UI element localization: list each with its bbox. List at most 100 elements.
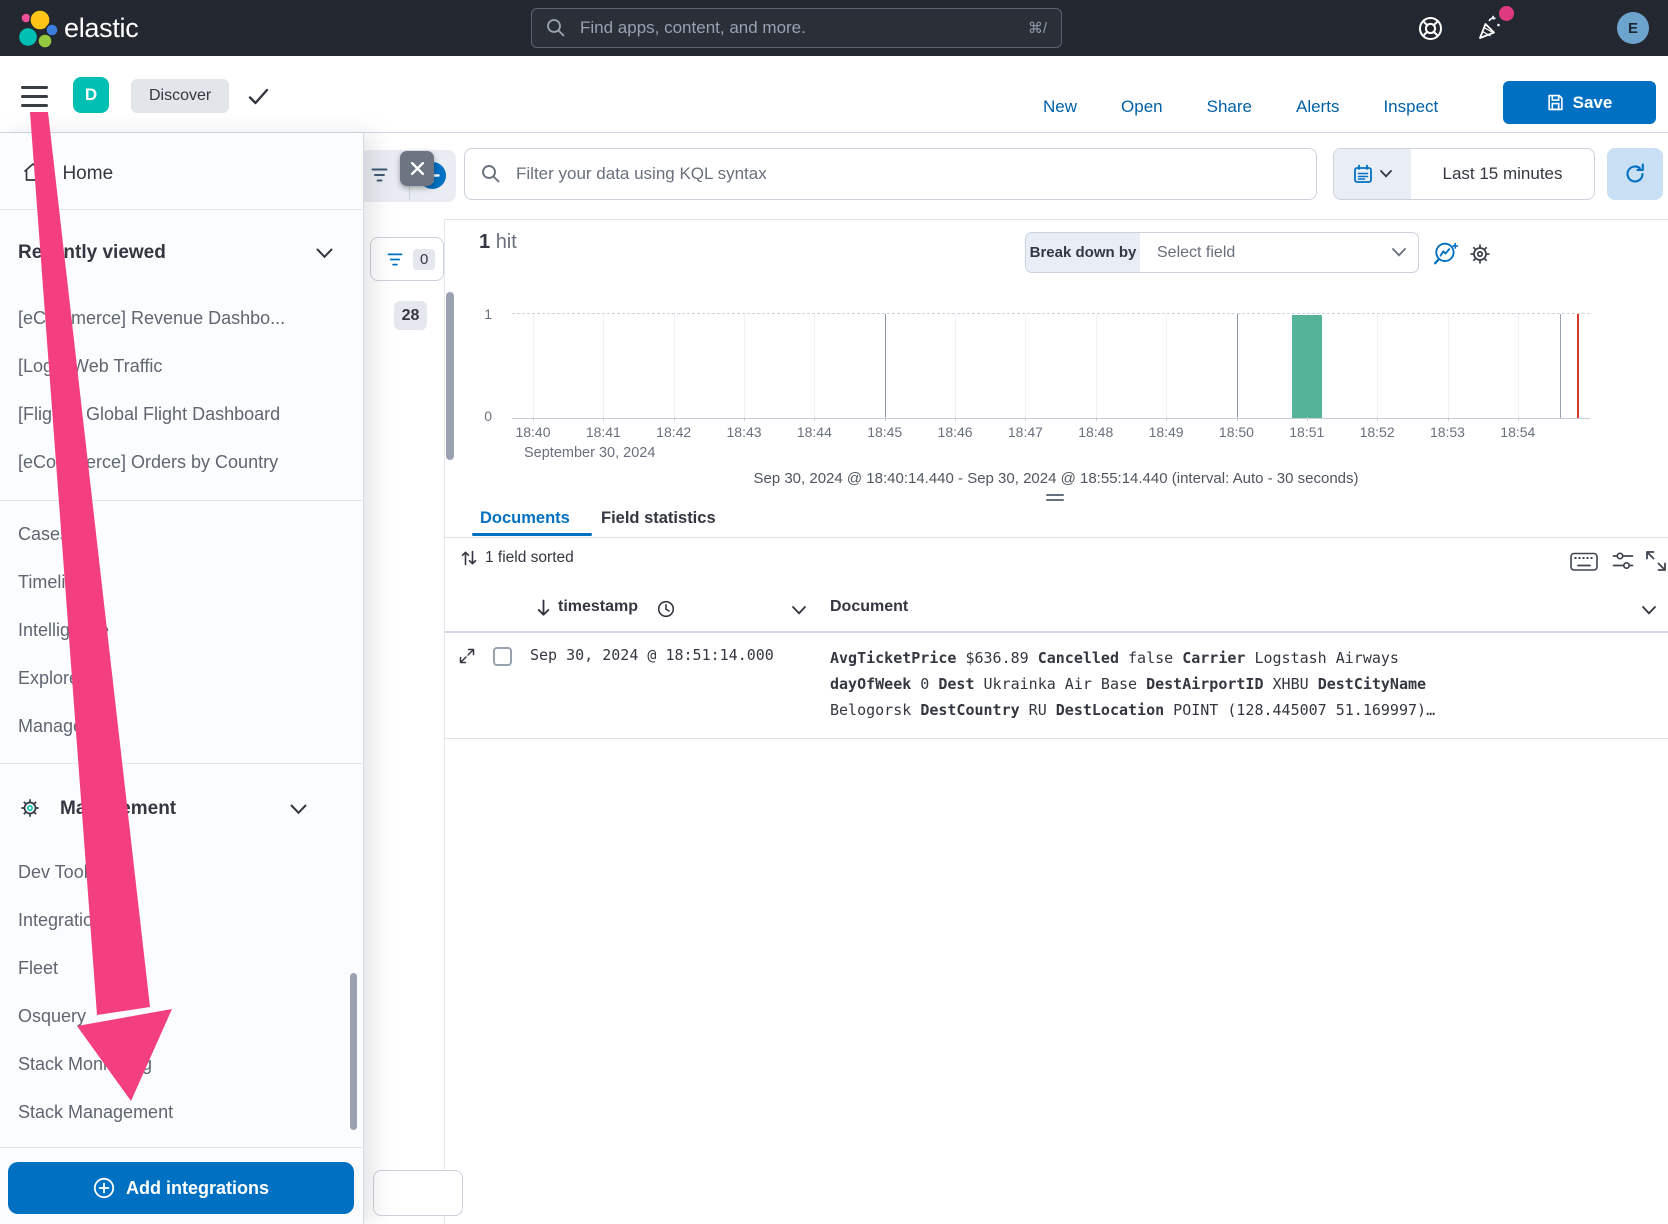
minor-gridline: [814, 314, 815, 418]
kql-input[interactable]: [514, 163, 1300, 185]
row-checkbox[interactable]: [493, 647, 512, 666]
toolbar-action-alerts[interactable]: Alerts: [1296, 97, 1339, 117]
panel-divider: [444, 219, 445, 1224]
current-time-marker: [1577, 314, 1579, 418]
management-heading[interactable]: Management: [60, 798, 176, 820]
column-menu-chevron-icon[interactable]: [792, 606, 806, 615]
histogram-plot[interactable]: [512, 313, 1590, 419]
recent-ecommerce-revenue-dashbo[interactable]: [eCommerce] Revenue Dashbo...: [18, 308, 285, 329]
nav-item-cases[interactable]: Cases: [18, 524, 69, 545]
expand-document-icon[interactable]: [459, 648, 475, 664]
x-tick-label: 18:46: [920, 424, 990, 440]
divider: [0, 500, 364, 501]
expand-icon: [1645, 550, 1667, 572]
minor-gridline: [1096, 314, 1097, 418]
chevron-down-icon[interactable]: [290, 804, 307, 815]
management-gear-icon: [19, 797, 41, 819]
chart-options-button[interactable]: [1468, 242, 1492, 266]
keyboard-shortcuts-button[interactable]: [1570, 552, 1598, 572]
elastic-logo-icon[interactable]: [16, 9, 58, 49]
sidebar-scrollbar[interactable]: [350, 973, 357, 1130]
row-document[interactable]: AvgTicketPrice $636.89 Cancelled false C…: [830, 645, 1470, 723]
nav-item-timelines[interactable]: Timelines: [18, 572, 94, 593]
discover-app-badge[interactable]: D: [73, 77, 109, 113]
time-range-value[interactable]: Last 15 minutes: [1411, 149, 1594, 199]
field-search-box[interactable]: [373, 1170, 463, 1216]
nav-home[interactable]: Home: [22, 161, 113, 185]
nav-list: Cases Timelines Intelligence Explore Manage: [18, 510, 338, 750]
x-tick-label: 18:49: [1131, 424, 1201, 440]
histogram-bar[interactable]: [1292, 315, 1322, 418]
avatar[interactable]: E: [1617, 12, 1649, 44]
column-header-timestamp[interactable]: timestamp: [558, 598, 638, 616]
recently-viewed-heading[interactable]: Recently viewed: [18, 242, 166, 264]
chevron-down-icon: [1392, 248, 1406, 257]
filters-selected-badge: 0: [413, 249, 435, 270]
toolbar-action-open[interactable]: Open: [1121, 97, 1163, 117]
recent-ecommerce-orders-by-country[interactable]: [eCommerce] Orders by Country: [18, 452, 278, 473]
filter-icon[interactable]: [371, 167, 388, 183]
column-menu-chevron-icon[interactable]: [1642, 606, 1656, 615]
hamburger-icon: [21, 86, 48, 89]
global-search-input[interactable]: [578, 17, 1028, 39]
management-item-integrations[interactable]: Integrations: [18, 910, 112, 931]
tab-field-statistics[interactable]: Field statistics: [601, 509, 716, 528]
add-integrations-label: Add integrations: [126, 1178, 269, 1199]
life-buoy-icon: [1417, 15, 1444, 42]
toolbar-action-share[interactable]: Share: [1207, 97, 1252, 117]
x-tick-label: 18:54: [1483, 424, 1553, 440]
edit-visualization-button[interactable]: [1433, 241, 1459, 267]
kql-query-bar[interactable]: [464, 148, 1317, 200]
management-item-stack-management[interactable]: Stack Management: [18, 1102, 173, 1123]
emphasized-gridline: [885, 314, 886, 418]
management-item-fleet[interactable]: Fleet: [18, 958, 58, 979]
management-item-osquery[interactable]: Osquery: [18, 1006, 86, 1027]
brand-wordmark: elastic: [64, 13, 138, 44]
recently-viewed-list: [eCommerce] Revenue Dashbo... [Logs] Web …: [18, 294, 338, 486]
x-tick-label: 18:48: [1061, 424, 1131, 440]
x-axis-date-label: September 30, 2024: [524, 445, 655, 461]
nav-item-intelligence[interactable]: Intelligence: [18, 620, 109, 641]
row-timestamp[interactable]: Sep 30, 2024 @ 18:51:14.000: [530, 646, 774, 664]
sorted-fields-button[interactable]: 1 field sorted: [461, 549, 574, 567]
save-button[interactable]: Save: [1503, 81, 1656, 124]
column-header-document[interactable]: Document: [830, 598, 908, 616]
refresh-button[interactable]: [1607, 148, 1663, 200]
recent-logs-web-traffic[interactable]: [Logs] Web Traffic: [18, 356, 162, 377]
nav-item-manage[interactable]: Manage: [18, 716, 83, 737]
sort-icon: [461, 549, 477, 567]
add-integrations-button[interactable]: Add integrations: [8, 1162, 354, 1214]
date-picker-menu-button[interactable]: [1334, 149, 1411, 199]
menu-toggle-button[interactable]: [21, 86, 48, 107]
date-picker: Last 15 minutes: [1333, 148, 1595, 200]
recent-flights-global-flight-dashboard[interactable]: [Flights] Global Flight Dashboard: [18, 404, 280, 425]
resize-handle[interactable]: [1046, 494, 1064, 504]
management-item-dev-tools[interactable]: Dev Tools: [18, 862, 97, 883]
sort-descending-icon[interactable]: [536, 599, 551, 617]
nav-item-explore[interactable]: Explore: [18, 668, 79, 689]
toolbar-action-inspect[interactable]: Inspect: [1383, 97, 1438, 117]
header-divider: [444, 631, 1668, 633]
x-tick-label: 18:45: [850, 424, 920, 440]
fullscreen-button[interactable]: [1645, 550, 1667, 572]
tab-documents[interactable]: Documents: [480, 509, 570, 528]
minor-gridline: [533, 314, 534, 418]
toolbar-action-new[interactable]: New: [1043, 97, 1077, 117]
breakdown-value: Select field: [1140, 233, 1392, 272]
save-icon: [1547, 94, 1564, 111]
field-filters-box[interactable]: 0: [370, 237, 444, 281]
chevron-down-icon[interactable]: [316, 248, 333, 259]
management-list: Dev Tools Integrations Fleet Osquery Stack M…: [18, 848, 338, 1136]
x-tick-label: 18:43: [709, 424, 779, 440]
close-tooltip-button[interactable]: [400, 151, 434, 186]
breakdown-select[interactable]: Break down by Select field: [1025, 232, 1419, 273]
management-item-stack-monitoring[interactable]: Stack Monitoring: [18, 1054, 152, 1075]
x-tick-label: 18:51: [1272, 424, 1342, 440]
breadcrumb[interactable]: Discover: [131, 79, 229, 113]
global-search[interactable]: ⌘/: [531, 8, 1062, 48]
minor-gridline: [1166, 314, 1167, 418]
help-button[interactable]: [1413, 11, 1447, 45]
display-options-button[interactable]: [1612, 550, 1634, 572]
field-list-scrollbar[interactable]: [446, 292, 454, 460]
breadcrumb-check-icon[interactable]: [248, 88, 269, 105]
